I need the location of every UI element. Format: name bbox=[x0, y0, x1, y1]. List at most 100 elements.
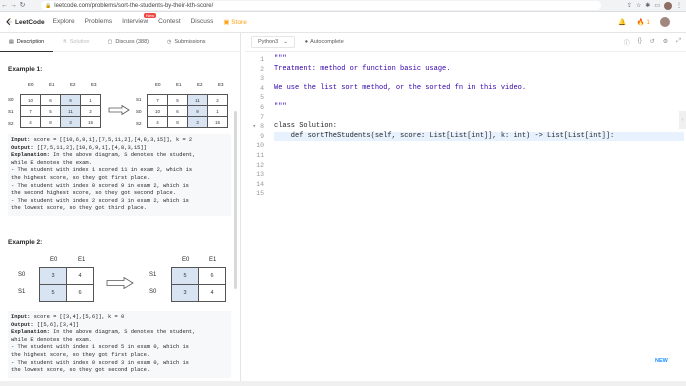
code-line[interactable]: Treatment: method or function basic usag… bbox=[274, 65, 684, 75]
col-header: E1 bbox=[78, 257, 86, 263]
table-cell: 4 bbox=[147, 116, 168, 128]
row-label: S2 bbox=[136, 121, 142, 126]
extensions-icon[interactable]: ✱ bbox=[645, 2, 650, 9]
nav-interview[interactable]: Interview New bbox=[122, 13, 157, 26]
discuss-icon: ▢ bbox=[107, 39, 113, 45]
explanation-line: while E denotes the exam. bbox=[11, 159, 92, 166]
line-number: 15 bbox=[256, 190, 264, 198]
col-header: E0 bbox=[182, 257, 190, 263]
line-number: 4 bbox=[260, 84, 264, 92]
row-label: S0 bbox=[136, 109, 142, 114]
table-cell: 3 bbox=[187, 116, 208, 128]
line-number: 2 bbox=[260, 65, 264, 73]
editor-toolbar: Python3 ⌄ ● Autocomplete ⓘ {} ↺ ⚙ ⤢ bbox=[245, 33, 686, 52]
code-line[interactable] bbox=[274, 170, 684, 180]
info-circle-icon[interactable]: ⓘ bbox=[624, 38, 630, 47]
fold-arrow-icon[interactable]: ▾ bbox=[252, 123, 256, 130]
col-header: E1 bbox=[209, 257, 217, 263]
tab-submissions-label: Submissions bbox=[174, 39, 206, 45]
code-line[interactable]: def sortTheStudents(self, score: List[Li… bbox=[274, 131, 684, 142]
tab-submissions[interactable]: ◷ Submissions bbox=[158, 33, 215, 52]
tab-solution[interactable]: ⚗ Solution bbox=[53, 33, 98, 52]
nav-contest[interactable]: Contest bbox=[158, 18, 180, 26]
address-bar[interactable]: 🔒 leetcode.com/problems/sort-the-student… bbox=[41, 1, 601, 10]
row-label: S1 bbox=[8, 109, 14, 114]
forward-icon[interactable]: → bbox=[9, 1, 18, 11]
table-cell: 3 bbox=[60, 116, 81, 128]
code-line[interactable] bbox=[274, 93, 684, 103]
back-icon[interactable]: ← bbox=[0, 1, 9, 11]
code-line[interactable] bbox=[274, 180, 684, 190]
line-number: ▾ 8 bbox=[245, 122, 267, 132]
explanation-line: the second highest score, so they got se… bbox=[11, 190, 176, 197]
tab-discuss[interactable]: ▢ Discuss (388) bbox=[99, 33, 158, 52]
explanation-line: In the above diagram, S denotes the stud… bbox=[49, 329, 196, 336]
browser-profile-avatar[interactable] bbox=[664, 1, 672, 10]
example-2-table-after: 56 34 bbox=[171, 267, 226, 302]
nav-explore[interactable]: Explore bbox=[53, 18, 75, 26]
settings-icon[interactable]: ⚙ bbox=[663, 38, 668, 47]
col-header: E2 bbox=[197, 82, 203, 87]
line-number: 12 bbox=[256, 161, 264, 169]
line-number: 6 bbox=[260, 103, 264, 111]
code-line[interactable]: """ bbox=[274, 55, 684, 65]
store-label: Store bbox=[231, 19, 247, 26]
fullscreen-icon[interactable]: ⤢ bbox=[676, 38, 681, 47]
transform-arrow-icon bbox=[108, 105, 130, 115]
table-cell: 11 bbox=[187, 94, 208, 106]
nav-problems[interactable]: Problems bbox=[85, 18, 112, 26]
browser-menu-icon[interactable]: ⋮ bbox=[676, 2, 682, 9]
reload-icon[interactable]: ↻ bbox=[18, 1, 27, 11]
share-icon[interactable]: ⇪ bbox=[627, 2, 632, 9]
line-number: 9 bbox=[260, 132, 264, 140]
col-header: E2 bbox=[70, 82, 76, 87]
leetcode-logo[interactable]: LeetCode bbox=[5, 18, 45, 26]
new-feature-badge[interactable]: NEW bbox=[655, 358, 668, 364]
table-cell: 5 bbox=[171, 267, 199, 285]
code-line[interactable]: """ bbox=[274, 103, 684, 113]
bookmark-star-icon[interactable]: ☆ bbox=[636, 2, 641, 9]
table-cell: 3 bbox=[39, 267, 67, 285]
new-badge: New bbox=[144, 13, 157, 18]
col-header: E1 bbox=[176, 82, 182, 87]
leetcode-logo-icon bbox=[6, 18, 12, 26]
io-line: Input: score = [[3,4],[5,6]], k = 0 bbox=[11, 314, 228, 322]
description-scrollbar[interactable] bbox=[234, 111, 237, 289]
code-line[interactable] bbox=[274, 161, 684, 171]
sidebar-icon[interactable]: ▭ bbox=[654, 2, 660, 9]
language-select[interactable]: Python3 ⌄ bbox=[251, 36, 295, 48]
user-avatar[interactable] bbox=[660, 17, 670, 27]
row-label: S0 bbox=[149, 289, 157, 295]
side-panel-toggle[interactable]: ‹ bbox=[679, 111, 686, 129]
editor-actions: ⓘ {} ↺ ⚙ ⤢ bbox=[624, 38, 681, 47]
code-line[interactable] bbox=[274, 141, 684, 151]
nav-discuss[interactable]: Discuss bbox=[191, 18, 214, 26]
autocomplete-label: Autocomplete bbox=[310, 39, 344, 45]
line-number-gutter: 1 2 3 4 5 6 7 ▾ 8 9 10 11 12 13 14 15 bbox=[245, 55, 267, 386]
code-line[interactable] bbox=[274, 151, 684, 161]
io-line: Explanation: In the above diagram, S den… bbox=[11, 152, 228, 160]
info-icon: ● bbox=[304, 39, 309, 45]
store-icon: ▣ bbox=[223, 19, 230, 26]
notification-bell-icon[interactable]: 🔔 bbox=[618, 18, 626, 26]
col-header: E3 bbox=[91, 82, 97, 87]
braces-icon[interactable]: {} bbox=[638, 38, 642, 47]
autocomplete-toggle[interactable]: ● Autocomplete bbox=[305, 39, 344, 45]
code-line[interactable] bbox=[274, 189, 684, 199]
streak-counter[interactable]: 🔥 1 bbox=[636, 18, 650, 26]
col-header: E0 bbox=[50, 257, 58, 263]
nav-store[interactable]: ▣ Store bbox=[223, 18, 247, 26]
table-cell: 2 bbox=[207, 94, 228, 106]
table-cell: 11 bbox=[60, 105, 81, 117]
table-cell: 7 bbox=[20, 105, 41, 117]
code-area[interactable]: """ Treatment: method or function basic … bbox=[274, 55, 684, 199]
code-line[interactable] bbox=[274, 74, 684, 84]
reset-icon[interactable]: ↺ bbox=[650, 38, 655, 47]
code-line[interactable]: We use the list sort method, or the sort… bbox=[274, 84, 684, 94]
tab-description[interactable]: ▤ Description bbox=[0, 33, 54, 52]
solution-icon: ⚗ bbox=[62, 39, 67, 45]
code-line[interactable]: class Solution: bbox=[274, 122, 684, 132]
table-cell: 10 bbox=[147, 105, 168, 117]
code-line[interactable] bbox=[274, 113, 684, 123]
io-line: Output: [[5,6],[3,4]] bbox=[11, 322, 228, 330]
